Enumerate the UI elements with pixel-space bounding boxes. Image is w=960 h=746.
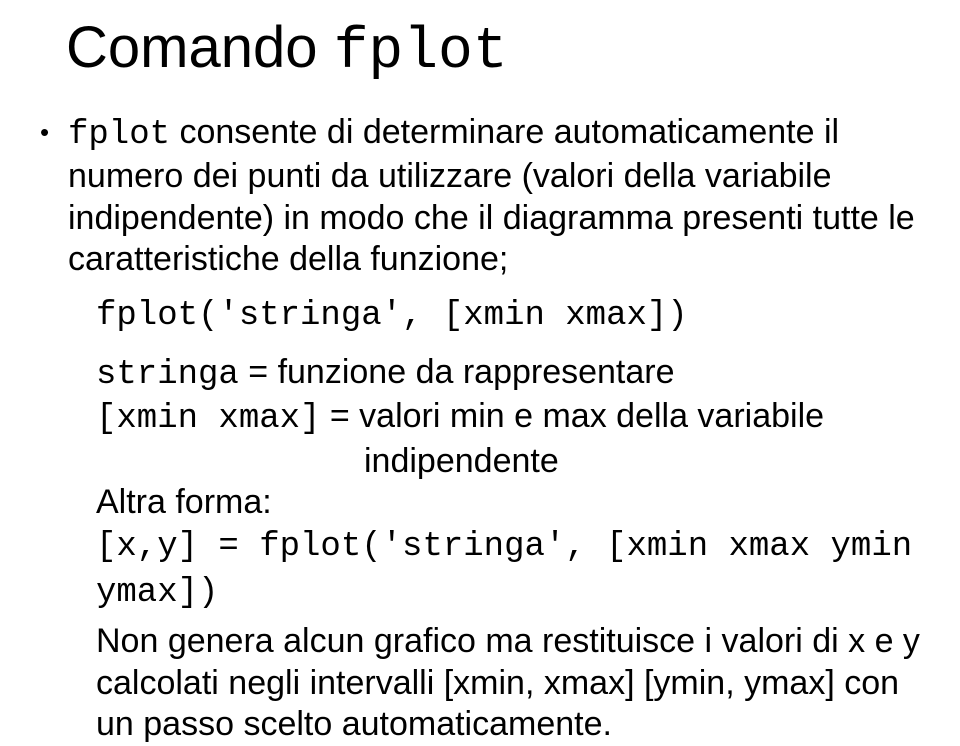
- tail-paragraph: Non genera alcun grafico ma restituisce …: [68, 621, 920, 745]
- xminxmax-rest: = valori min e max della variabile: [320, 397, 824, 435]
- slide-title: Comando fplot: [66, 18, 920, 84]
- syntax-line-2: [x,y] = fplot('stringa', [xmin xmax ymin…: [68, 524, 920, 618]
- bullet-list: fplot consente di determinare automatica…: [40, 112, 920, 746]
- stringa-line: stringa = funzione da rappresentare: [68, 352, 920, 396]
- xminxmax-line2: indipendente: [68, 441, 920, 482]
- stringa-rest: = funzione da rappresentare: [239, 353, 675, 391]
- xminxmax-line: [xmin xmax] = valori min e max della var…: [68, 396, 920, 440]
- altra-forma-label: Altra forma:: [68, 482, 920, 523]
- lead-rest: consente di determinare automaticamente …: [68, 113, 915, 278]
- slide: Comando fplot fplot consente di determin…: [0, 0, 960, 714]
- stringa-code: stringa: [96, 356, 239, 394]
- lead-code: fplot: [68, 116, 170, 154]
- title-code: fplot: [334, 20, 508, 85]
- lead-paragraph: fplot consente di determinare automatica…: [68, 112, 920, 281]
- syntax-line-1: fplot('stringa', [xmin xmax]): [68, 293, 920, 340]
- xminxmax-code: [xmin xmax]: [96, 400, 320, 438]
- title-prefix: Comando: [66, 15, 334, 80]
- bullet-item: fplot consente di determinare automatica…: [40, 112, 920, 746]
